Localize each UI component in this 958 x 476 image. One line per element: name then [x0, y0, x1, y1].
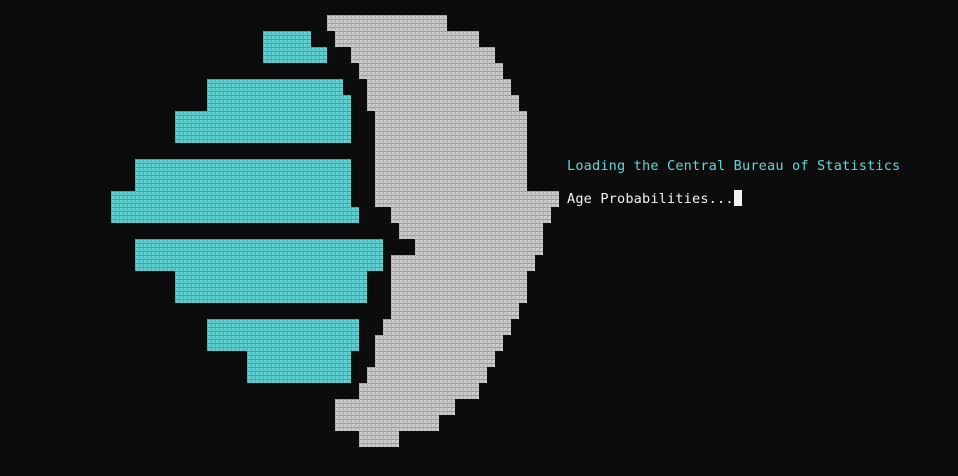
progress-status-text: Age Probabilities...: [567, 191, 734, 207]
terminal-cursor: [733, 190, 742, 206]
logo-gray-shape: [327, 15, 559, 447]
progress-status-line: Age Probabilities...: [567, 190, 742, 207]
logo-teal-bars: [111, 31, 383, 383]
cbs-logo-icon: [111, 15, 559, 447]
loading-status-text: Loading the Central Bureau of Statistics: [567, 158, 901, 174]
terminal-window[interactable]: Loading the Central Bureau of Statistics…: [0, 0, 958, 476]
